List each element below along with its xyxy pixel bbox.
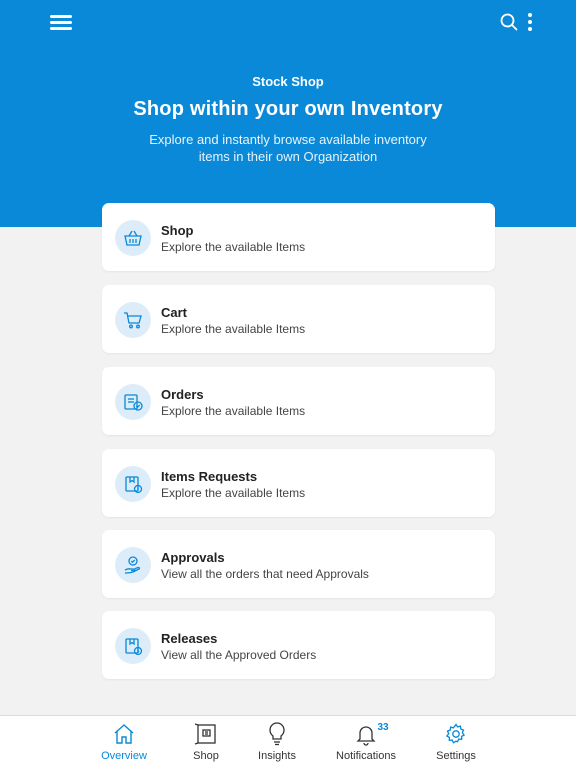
card-subtitle: Explore the available Items: [161, 404, 306, 418]
card-subtitle: View all the Approved Orders: [161, 648, 317, 662]
card-subtitle: Explore the available Items: [161, 240, 306, 254]
card-title: Approvals: [161, 550, 225, 565]
card-items-requests[interactable]: Items Requests Explore the available Ite…: [102, 449, 495, 517]
shop-box-icon: [194, 723, 216, 745]
page-title: Shop within your own Inventory: [133, 98, 443, 120]
cart-icon: [115, 302, 151, 338]
card-cart[interactable]: Cart Explore the available Items: [102, 285, 495, 353]
card-title: Items Requests: [161, 469, 258, 484]
tab-label: Notifications: [336, 750, 396, 762]
page-description: Explore and instantly browse available i…: [149, 132, 427, 164]
card-title: Shop: [161, 223, 194, 238]
search-icon[interactable]: [500, 13, 520, 33]
page-subtitle: Stock Shop: [252, 74, 324, 89]
card-approvals[interactable]: Approvals View all the orders that need …: [102, 530, 495, 598]
card-title: Cart: [161, 305, 188, 320]
more-vertical-icon[interactable]: [524, 13, 536, 33]
tab-label: Overview: [101, 750, 147, 762]
tab-insights[interactable]: Insights: [252, 722, 302, 768]
card-subtitle: View all the orders that need Approvals: [161, 567, 369, 581]
basket-icon: [115, 220, 151, 256]
bottom-tab-bar: Overview Shop Insights 33 Notifications …: [0, 715, 576, 768]
tab-label: Insights: [258, 750, 296, 762]
card-title: Releases: [161, 631, 218, 646]
box-request-icon: [115, 466, 151, 502]
card-orders[interactable]: Orders Explore the available Items: [102, 367, 495, 435]
tab-label: Settings: [436, 750, 476, 762]
tab-notifications[interactable]: 33 Notifications: [332, 720, 400, 768]
card-subtitle: Explore the available Items: [161, 486, 306, 500]
notification-count-badge: 33: [373, 720, 393, 736]
release-box-icon: [115, 628, 151, 664]
tab-label: Shop: [193, 750, 219, 762]
tab-settings[interactable]: Settings: [430, 722, 482, 768]
card-title: Orders: [161, 387, 204, 402]
tab-shop[interactable]: Shop: [182, 722, 230, 768]
hamburger-menu-icon[interactable]: [50, 12, 72, 34]
card-releases[interactable]: Releases View all the Approved Orders: [102, 611, 495, 679]
lightbulb-icon: [269, 722, 285, 746]
card-subtitle: Explore the available Items: [161, 322, 306, 336]
gear-icon: [445, 723, 466, 744]
card-shop[interactable]: Shop Explore the available Items: [102, 203, 495, 271]
orders-icon: [115, 384, 151, 420]
hero-header: Stock Shop Shop within your own Inventor…: [0, 0, 576, 227]
home-icon: [114, 724, 134, 744]
tab-overview[interactable]: Overview: [96, 722, 152, 768]
approval-hand-icon: [115, 547, 151, 583]
